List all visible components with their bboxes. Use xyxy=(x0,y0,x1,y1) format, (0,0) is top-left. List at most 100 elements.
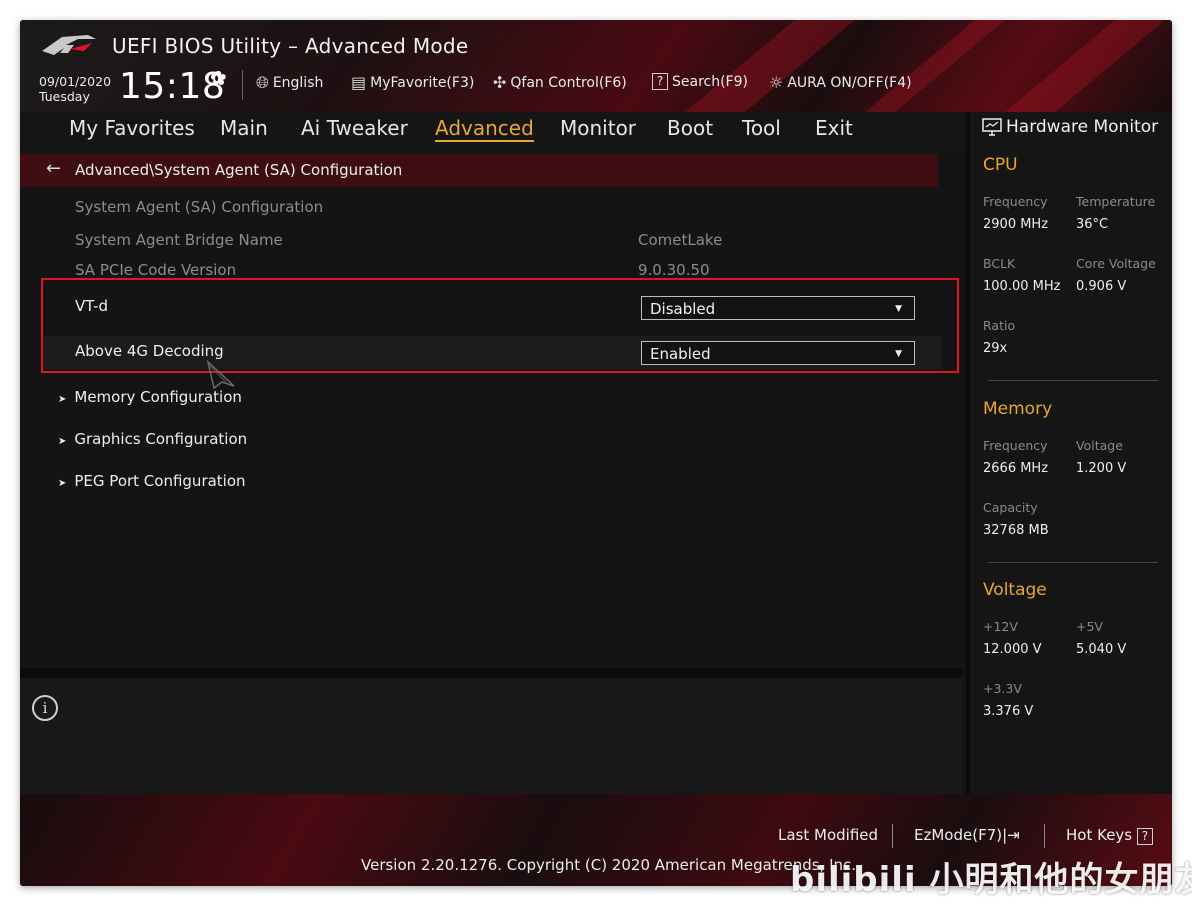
myfavorite-button[interactable]: ▤ MyFavorite(F3) xyxy=(351,73,474,92)
exit-arrow-icon: ⇥ xyxy=(1007,826,1020,844)
arrow-right-icon: ➤ xyxy=(58,436,67,447)
tab-my-favorites[interactable]: My Favorites xyxy=(69,116,195,140)
favorite-list-icon: ▤ xyxy=(351,73,367,92)
v12-label: +12V xyxy=(983,619,1018,634)
section-title: System Agent (SA) Configuration xyxy=(75,198,324,216)
date-display: 09/01/2020 Tuesday xyxy=(39,74,111,104)
ezmode-label: EzMode(F7)| xyxy=(914,826,1008,844)
memory-frequency-value: 2666 MHz xyxy=(983,461,1049,476)
arrow-right-icon: ➤ xyxy=(58,478,67,489)
breadcrumb: ← Advanced\System Agent (SA) Configurati… xyxy=(20,154,938,187)
tab-monitor[interactable]: Monitor xyxy=(560,116,636,140)
day-text: Tuesday xyxy=(39,89,90,104)
footer-divider xyxy=(892,824,893,848)
submenu-graphics-configuration[interactable]: ➤ Graphics Configuration xyxy=(58,430,247,448)
main-tabs: My Favorites Main Ai Tweaker Advanced Mo… xyxy=(20,112,961,146)
date-text: 09/01/2020 xyxy=(39,74,112,89)
header-divider xyxy=(242,70,243,100)
help-panel: i xyxy=(20,678,962,794)
submenu-graphics-label: Graphics Configuration xyxy=(74,430,248,448)
qfan-label: Qfan Control(F6) xyxy=(510,74,627,91)
header-decoration xyxy=(865,20,1005,112)
tab-tool[interactable]: Tool xyxy=(742,116,781,140)
ratio-value: 29x xyxy=(983,341,1008,356)
header-decoration xyxy=(685,20,855,112)
memory-voltage-value: 1.200 V xyxy=(1076,461,1127,476)
v5-value: 5.040 V xyxy=(1076,642,1127,657)
cpu-frequency-label: Frequency xyxy=(983,194,1048,209)
submenu-memory-label: Memory Configuration xyxy=(74,388,242,406)
hot-keys-button[interactable]: Hot Keys ? xyxy=(1066,826,1153,845)
header: UEFI BIOS Utility – Advanced Mode 09/01/… xyxy=(20,20,1172,112)
header-decoration xyxy=(1005,20,1165,112)
ezmode-button[interactable]: EzMode(F7)|⇥ xyxy=(914,826,1020,844)
hardware-monitor-label: Hardware Monitor xyxy=(1006,117,1159,137)
submenu-peg-label: PEG Port Configuration xyxy=(74,472,246,490)
bridge-name-value: CometLake xyxy=(638,231,723,249)
tab-boot[interactable]: Boot xyxy=(667,116,713,140)
pcie-code-version-value: 9.0.30.50 xyxy=(638,261,710,279)
tab-ai-tweaker[interactable]: Ai Tweaker xyxy=(301,116,408,140)
aura-label: AURA ON/OFF(F4) xyxy=(787,74,912,91)
tab-main[interactable]: Main xyxy=(220,116,268,140)
pcie-code-version-label: SA PCIe Code Version xyxy=(75,261,237,279)
core-voltage-label: Core Voltage xyxy=(1076,256,1156,271)
aura-toggle-button[interactable]: ☼ AURA ON/OFF(F4) xyxy=(769,73,912,92)
content-divider xyxy=(20,668,962,678)
fan-icon: ✣ xyxy=(493,73,507,92)
v5-label: +5V xyxy=(1076,619,1103,634)
app-title: UEFI BIOS Utility – Advanced Mode xyxy=(112,34,469,58)
memory-capacity-label: Capacity xyxy=(983,500,1038,515)
last-modified-button[interactable]: Last Modified xyxy=(778,826,878,844)
v33-label: +3.3V xyxy=(983,681,1022,696)
hardware-monitor-title: Hardware Monitor xyxy=(982,117,1158,137)
v12-value: 12.000 V xyxy=(983,642,1042,657)
language-label: English xyxy=(272,75,324,91)
question-box-icon: ? xyxy=(1136,828,1153,845)
info-icon: i xyxy=(32,695,58,721)
bios-window: UEFI BIOS Utility – Advanced Mode 09/01/… xyxy=(20,20,1172,886)
rog-logo xyxy=(42,35,96,55)
monitor-divider xyxy=(988,380,1158,381)
memory-section-title: Memory xyxy=(983,399,1053,419)
bclk-label: BCLK xyxy=(983,256,1016,271)
submenu-peg-port-configuration[interactable]: ➤ PEG Port Configuration xyxy=(58,472,246,490)
bclk-value: 100.00 MHz xyxy=(983,279,1061,294)
monitor-divider xyxy=(988,562,1158,563)
cpu-frequency-value: 2900 MHz xyxy=(983,217,1049,232)
v33-value: 3.376 V xyxy=(983,704,1034,719)
hardware-monitor-panel: Hardware Monitor CPU Frequency Temperatu… xyxy=(966,112,1172,794)
bridge-name-label: System Agent Bridge Name xyxy=(75,231,283,249)
footer-divider xyxy=(1044,824,1045,848)
cpu-temperature-value: 36°C xyxy=(1076,217,1109,232)
memory-frequency-label: Frequency xyxy=(983,438,1048,453)
qfan-control-button[interactable]: ✣ Qfan Control(F6) xyxy=(493,73,627,92)
aura-light-icon: ☼ xyxy=(769,73,784,92)
back-arrow-icon[interactable]: ← xyxy=(46,158,61,179)
question-box-icon: ? xyxy=(652,73,668,90)
monitor-icon xyxy=(982,118,1002,136)
bilibili-watermark: bilibili 小明和他的女朋友 xyxy=(790,860,1192,900)
voltage-section-title: Voltage xyxy=(983,580,1047,600)
memory-capacity-value: 32768 MB xyxy=(983,523,1049,538)
memory-voltage-label: Voltage xyxy=(1076,438,1123,453)
search-button[interactable]: ? Search(F9) xyxy=(652,73,748,90)
globe-icon: 🌐︎ xyxy=(256,73,269,92)
language-button[interactable]: 🌐︎ English xyxy=(256,73,323,93)
core-voltage-value: 0.906 V xyxy=(1076,279,1127,294)
arrow-right-icon: ➤ xyxy=(58,394,67,405)
search-label: Search(F9) xyxy=(672,73,748,90)
cpu-section-title: CPU xyxy=(983,155,1018,175)
clock-settings-gear-icon[interactable]: ✿ xyxy=(210,66,227,90)
myfavorite-label: MyFavorite(F3) xyxy=(370,74,475,91)
cpu-temperature-label: Temperature xyxy=(1076,194,1156,209)
submenu-memory-configuration[interactable]: ➤ Memory Configuration xyxy=(58,388,242,406)
annotation-highlight-box xyxy=(41,278,959,373)
tab-advanced[interactable]: Advanced xyxy=(435,116,534,142)
version-text: Version 2.20.1276. Copyright (C) 2020 Am… xyxy=(361,856,857,874)
tab-exit[interactable]: Exit xyxy=(815,116,853,140)
hot-keys-label: Hot Keys xyxy=(1066,826,1133,844)
ratio-label: Ratio xyxy=(983,318,1016,333)
mouse-cursor-icon xyxy=(206,360,235,390)
breadcrumb-path: Advanced\System Agent (SA) Configuration xyxy=(75,161,403,179)
